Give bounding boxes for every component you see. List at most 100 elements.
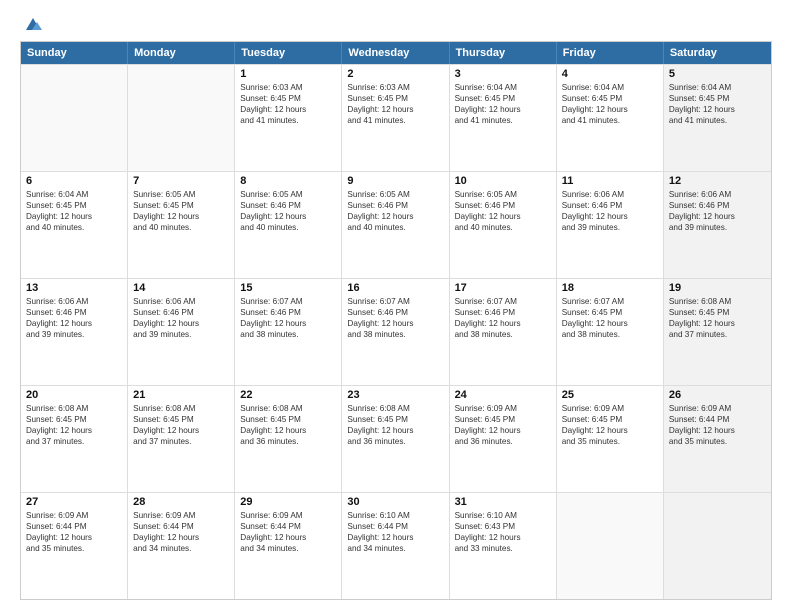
cell-info: Sunrise: 6:08 AM <box>347 403 443 414</box>
cal-cell: 13Sunrise: 6:06 AMSunset: 6:46 PMDayligh… <box>21 279 128 385</box>
calendar-week-2: 13Sunrise: 6:06 AMSunset: 6:46 PMDayligh… <box>21 278 771 385</box>
cell-info: Sunrise: 6:08 AM <box>240 403 336 414</box>
cal-cell: 22 Sunrise: 6:08 AMSunset: 6:45 PMDayligh… <box>235 386 342 492</box>
cell-info: Sunrise: 6:05 AM <box>240 189 336 200</box>
cell-info: Daylight: 12 hours <box>669 211 766 222</box>
calendar-week-3: 20Sunrise: 6:08 AMSunset: 6:45 PMDayligh… <box>21 385 771 492</box>
cell-info: Sunrise: 6:04 AM <box>562 82 658 93</box>
cal-cell: 21Sunrise: 6:08 AMSunset: 6:45 PMDayligh… <box>128 386 235 492</box>
cell-info: and 39 minutes. <box>562 222 658 233</box>
cell-info: Sunset: 6:46 PM <box>240 200 336 211</box>
cell-info: Sunset: 6:45 PM <box>26 200 122 211</box>
cell-info: and 38 minutes. <box>455 329 551 340</box>
cell-info: Sunset: 6:45 PM <box>669 307 766 318</box>
cell-info: Sunrise: 6:03 AM <box>240 82 336 93</box>
cell-info: Sunrise: 6:09 AM <box>455 403 551 414</box>
cal-cell: 8Sunrise: 6:05 AMSunset: 6:46 PMDaylight… <box>235 172 342 278</box>
calendar-week-4: 27Sunrise: 6:09 AMSunset: 6:44 PMDayligh… <box>21 492 771 599</box>
cell-info: Sunrise: 6:07 AM <box>347 296 443 307</box>
cell-info: Daylight: 12 hours <box>133 532 229 543</box>
day-number: 9 <box>347 175 443 187</box>
cell-info: Daylight: 12 hours <box>133 318 229 329</box>
calendar-week-0: 1Sunrise: 6:03 AMSunset: 6:45 PMDaylight… <box>21 64 771 171</box>
cell-info: Sunrise: 6:05 AM <box>347 189 443 200</box>
cell-info: and 39 minutes. <box>26 329 122 340</box>
header <box>20 16 772 31</box>
cell-info: and 36 minutes. <box>455 436 551 447</box>
cell-info: Daylight: 12 hours <box>240 532 336 543</box>
cal-cell <box>128 65 235 171</box>
calendar-header: SundayMondayTuesdayWednesdayThursdayFrid… <box>21 42 771 64</box>
day-number: 25 <box>562 389 658 401</box>
cell-info: and 40 minutes. <box>133 222 229 233</box>
cell-info: Sunset: 6:45 PM <box>240 414 336 425</box>
cal-cell: 25Sunrise: 6:09 AMSunset: 6:45 PMDayligh… <box>557 386 664 492</box>
cell-info: Daylight: 12 hours <box>240 211 336 222</box>
cell-info: Daylight: 12 hours <box>347 425 443 436</box>
header-day-friday: Friday <box>557 42 664 64</box>
cell-info: Daylight: 12 hours <box>240 318 336 329</box>
cell-info: Sunset: 6:45 PM <box>347 93 443 104</box>
cell-info: Daylight: 12 hours <box>455 318 551 329</box>
header-day-wednesday: Wednesday <box>342 42 449 64</box>
cell-info: and 36 minutes. <box>347 436 443 447</box>
cell-info: Sunset: 6:45 PM <box>240 93 336 104</box>
day-number: 27 <box>26 496 122 508</box>
cell-info: and 38 minutes. <box>562 329 658 340</box>
cal-cell: 4Sunrise: 6:04 AMSunset: 6:45 PMDaylight… <box>557 65 664 171</box>
cell-info: Sunset: 6:45 PM <box>455 93 551 104</box>
day-number: 30 <box>347 496 443 508</box>
cell-info: Sunrise: 6:09 AM <box>133 510 229 521</box>
cell-info: and 40 minutes. <box>26 222 122 233</box>
cell-info: Sunrise: 6:07 AM <box>562 296 658 307</box>
cell-info: Sunrise: 6:10 AM <box>347 510 443 521</box>
cal-cell: 24Sunrise: 6:09 AMSunset: 6:45 PMDayligh… <box>450 386 557 492</box>
cell-info: Sunset: 6:45 PM <box>455 414 551 425</box>
cell-info: Daylight: 12 hours <box>562 318 658 329</box>
day-number: 10 <box>455 175 551 187</box>
day-number: 17 <box>455 282 551 294</box>
day-number: 2 <box>347 68 443 80</box>
day-number: 5 <box>669 68 766 80</box>
cell-info: Sunset: 6:46 PM <box>455 307 551 318</box>
cell-info: Sunrise: 6:09 AM <box>669 403 766 414</box>
day-number: 13 <box>26 282 122 294</box>
cell-info: Daylight: 12 hours <box>562 211 658 222</box>
cell-info: Sunset: 6:43 PM <box>455 521 551 532</box>
day-number: 7 <box>133 175 229 187</box>
cal-cell: 23Sunrise: 6:08 AMSunset: 6:45 PMDayligh… <box>342 386 449 492</box>
cell-info: and 34 minutes. <box>347 543 443 554</box>
cal-cell <box>557 493 664 599</box>
cell-info: Sunset: 6:46 PM <box>240 307 336 318</box>
cell-info: Sunrise: 6:09 AM <box>562 403 658 414</box>
day-number: 28 <box>133 496 229 508</box>
cell-info: and 38 minutes. <box>347 329 443 340</box>
day-number: 16 <box>347 282 443 294</box>
day-number: 22 <box>240 389 336 401</box>
cell-info: and 39 minutes. <box>133 329 229 340</box>
cell-info: Sunset: 6:44 PM <box>240 521 336 532</box>
cell-info: Sunset: 6:44 PM <box>347 521 443 532</box>
cal-cell: 11Sunrise: 6:06 AMSunset: 6:46 PMDayligh… <box>557 172 664 278</box>
cell-info: Sunrise: 6:05 AM <box>455 189 551 200</box>
day-number: 31 <box>455 496 551 508</box>
cal-cell <box>21 65 128 171</box>
cell-info: Daylight: 12 hours <box>347 532 443 543</box>
cell-info: Daylight: 12 hours <box>240 425 336 436</box>
cell-info: Daylight: 12 hours <box>455 104 551 115</box>
day-number: 26 <box>669 389 766 401</box>
cell-info: Daylight: 12 hours <box>347 211 443 222</box>
cell-info: Daylight: 12 hours <box>669 318 766 329</box>
logo <box>20 16 44 31</box>
cal-cell: 18Sunrise: 6:07 AMSunset: 6:45 PMDayligh… <box>557 279 664 385</box>
cell-info: Daylight: 12 hours <box>562 104 658 115</box>
cell-info: and 41 minutes. <box>562 115 658 126</box>
cell-info: Sunrise: 6:04 AM <box>26 189 122 200</box>
cal-cell: 12Sunrise: 6:06 AMSunset: 6:46 PMDayligh… <box>664 172 771 278</box>
cell-info: and 35 minutes. <box>562 436 658 447</box>
cal-cell: 5Sunrise: 6:04 AMSunset: 6:45 PMDaylight… <box>664 65 771 171</box>
cal-cell: 1Sunrise: 6:03 AMSunset: 6:45 PMDaylight… <box>235 65 342 171</box>
cell-info: Daylight: 12 hours <box>26 318 122 329</box>
cell-info: Sunrise: 6:08 AM <box>26 403 122 414</box>
day-number: 4 <box>562 68 658 80</box>
